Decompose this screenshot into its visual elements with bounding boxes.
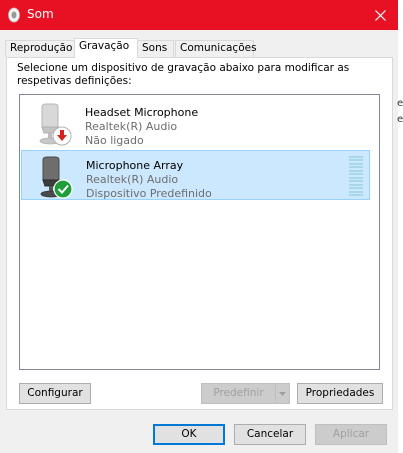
- green-check-icon: [53, 179, 73, 199]
- tab-gravacao[interactable]: Gravação: [74, 38, 138, 58]
- device-name: Microphone Array: [86, 159, 184, 172]
- device-name: Headset Microphone: [85, 106, 199, 119]
- background-text-fragment: e: [397, 114, 403, 125]
- microphone-icon: [39, 103, 72, 146]
- configure-button[interactable]: Configurar: [19, 383, 91, 404]
- properties-button[interactable]: Propriedades: [297, 383, 383, 404]
- device-driver: Realtek(R) Audio: [85, 120, 178, 133]
- background-text-fragment: e: [397, 98, 403, 109]
- title-bar[interactable]: Som: [0, 0, 398, 30]
- microphone-icon: [40, 156, 73, 199]
- background-window-edge: e e: [397, 0, 403, 453]
- level-meter: [349, 156, 363, 196]
- device-status: Não ligado: [85, 134, 144, 147]
- device-driver: Realtek(R) Audio: [86, 173, 179, 186]
- chevron-down-icon: [279, 392, 286, 396]
- speaker-app-icon: [8, 7, 20, 23]
- device-item-headset-microphone[interactable]: Headset Microphone Realtek(R) Audio Não …: [21, 98, 370, 148]
- ok-button[interactable]: OK: [153, 424, 225, 445]
- device-item-microphone-array[interactable]: Microphone Array Realtek(R) Audio Dispos…: [21, 150, 370, 200]
- tab-sons[interactable]: Sons: [137, 40, 174, 57]
- close-icon: [374, 9, 386, 21]
- sound-dialog: Som Reprodução Gravação Sons Comunicaçõe…: [0, 0, 398, 453]
- apply-button[interactable]: Aplicar: [315, 424, 387, 445]
- set-default-dropdown[interactable]: [275, 383, 290, 404]
- device-status: Dispositivo Predefinido: [86, 187, 212, 200]
- window-title: Som: [27, 7, 54, 21]
- device-list[interactable]: Headset Microphone Realtek(R) Audio Não …: [19, 94, 380, 370]
- instructions-text: Selecione um dispositivo de gravação aba…: [17, 62, 350, 87]
- close-button[interactable]: [362, 0, 398, 30]
- tab-comunicacoes[interactable]: Comunicações: [175, 40, 257, 57]
- tab-reproducao[interactable]: Reprodução: [5, 40, 75, 57]
- cancel-button[interactable]: Cancelar: [234, 424, 306, 445]
- set-default-button[interactable]: Predefinir: [201, 383, 276, 404]
